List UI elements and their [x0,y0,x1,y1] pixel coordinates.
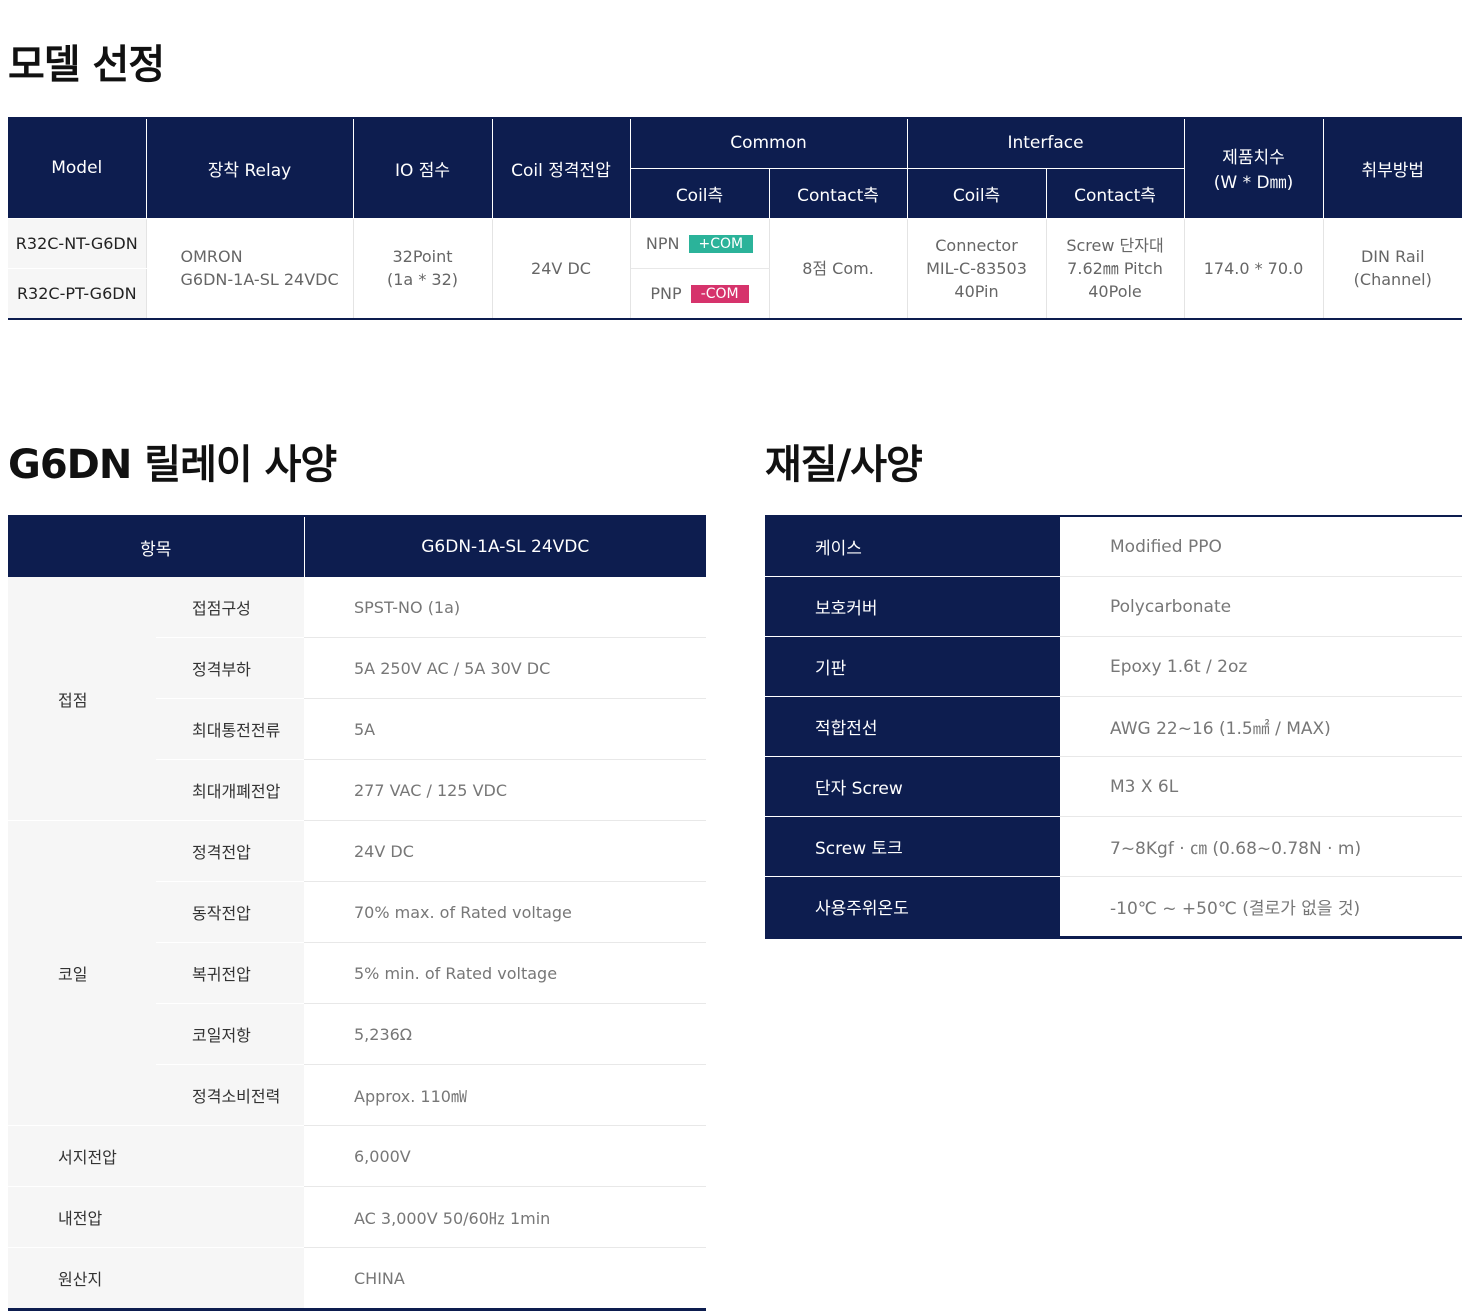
material-value: 7~8Kgf · ㎝ (0.68~0.78N · m) [1060,816,1462,877]
io-line2: (1a * 32) [387,270,458,289]
common-coil-pnp: PNP -COM [629,268,770,319]
header-interface-coil: Coil측 [906,168,1047,219]
spec-label: 최대개폐전압 [156,759,304,821]
com-badge-plus: +COM [688,235,754,253]
common-coil-npn: NPN +COM [629,218,770,269]
type-label-npn: NPN [645,233,680,253]
relay-cell: OMRON G6DN-1A-SL 24VDC [145,218,354,319]
interface-coil-line3: 40Pin [954,281,999,301]
mounting-line1: DIN Rail [1360,247,1425,266]
material-value: M3 X 6L [1060,756,1462,817]
header-common-contact: Contact측 [768,168,908,219]
header-common: Common [629,118,908,169]
spec-label: 코일저항 [156,1003,304,1065]
material-label: 사용주위온도 [765,876,1060,938]
spec-label: 접점구성 [156,577,304,638]
material-value: -10℃ ~ +50℃ (결로가 없을 것) [1110,899,1361,919]
spec-header-item: 항목 [8,516,305,577]
model-section-title: 모델 선정 [8,42,165,88]
spec-value: 24V DC [304,820,706,882]
interface-contact-line1: Screw 단자대 [1066,235,1164,255]
spec-group-coil: 코일 [8,820,156,1126]
spec-label: 원산지 [8,1247,304,1310]
header-dimension: 제품치수 (W * D㎜) [1183,118,1324,219]
material-label: 적합전선 [765,696,1060,757]
relay-line1: OMRON [180,247,243,266]
spec-label: 정격소비전력 [156,1064,304,1126]
header-model: Model [8,118,147,219]
dimension-cell: 174.0 * 70.0 [1183,218,1324,319]
common-contact-cell: 8점 Com. [768,218,908,319]
model-table: Model 장착 Relay IO 점수 Coil 정격전압 Common In… [8,117,1463,320]
type-label-pnp: PNP [650,283,682,303]
spec-value: 5,236Ω [304,1003,706,1065]
interface-contact-line3: 40Pole [1088,281,1142,301]
mounting-line2: (Channel) [1353,270,1432,289]
material-label: Screw 토크 [765,816,1060,877]
material-label: 보호커버 [765,576,1060,637]
interface-coil-cell: Connector MIL-C-83503 40Pin [906,218,1047,319]
spec-value: SPST-NO (1a) [304,577,706,638]
spec-label: 복귀전압 [156,942,304,1004]
material-value: Polycarbonate [1060,576,1462,637]
mounting-cell: DIN Rail (Channel) [1322,218,1463,319]
spec-label: 정격부하 [156,637,304,699]
material-label: 단자 Screw [765,756,1060,817]
material-section-title: 재질/사양 [765,442,923,488]
coil-voltage-cell: 24V DC [491,218,631,319]
spec-table: 항목 G6DN-1A-SL 24VDC 접점 접점구성 SPST-NO (1a)… [8,515,706,1311]
header-io: IO 점수 [352,118,493,219]
material-label: 케이스 [765,516,1060,577]
material-value: Epoxy 1.6t / 2oz [1060,636,1462,697]
interface-contact-line2: 7.62㎜ Pitch [1067,258,1163,278]
interface-coil-line1: Connector [935,235,1018,255]
spec-section-title: G6DN 릴레이 사양 [8,442,337,488]
io-cell: 32Point (1a * 32) [352,218,493,319]
header-relay: 장착 Relay [145,118,354,219]
header-coil-voltage: Coil 정격전압 [491,118,631,219]
header-dimension-line2: (W * D㎜) [1213,173,1294,194]
header-interface: Interface [906,118,1185,169]
spec-value: Approx. 110㎽ [304,1064,706,1126]
spec-label: 최대통전전류 [156,698,304,760]
header-interface-contact: Contact측 [1045,168,1185,219]
spec-value: 5A [304,698,706,760]
com-badge-minus: -COM [690,285,749,303]
io-line1: 32Point [392,247,453,266]
spec-value: 6,000V [304,1125,706,1187]
spec-label: 내전압 [8,1186,304,1248]
material-value: Modified PPO [1060,516,1462,577]
interface-contact-cell: Screw 단자대 7.62㎜ Pitch 40Pole [1045,218,1185,319]
spec-value: AC 3,000V 50/60㎐ 1min [304,1186,706,1248]
model-name-npn: R32C-NT-G6DN [8,218,147,269]
header-mounting: 취부방법 [1322,118,1463,219]
spec-value: 277 VAC / 125 VDC [304,759,706,821]
interface-coil-line2: MIL-C-83503 [926,258,1027,278]
spec-value: CHINA [354,1268,405,1288]
relay-line2: G6DN-1A-SL 24VDC [180,270,339,289]
spec-value: 5A 250V AC / 5A 30V DC [304,637,706,699]
header-common-coil: Coil측 [629,168,770,219]
spec-header-model: G6DN-1A-SL 24VDC [304,516,706,577]
material-label: 기판 [765,636,1060,697]
spec-value: 5% min. of Rated voltage [304,942,706,1004]
spec-group-contact: 접점 [8,577,156,821]
model-name-pnp: R32C-PT-G6DN [8,268,147,319]
spec-label: 정격전압 [156,820,304,882]
material-value: AWG 22~16 (1.5㎟ / MAX) [1060,696,1462,757]
header-dimension-line1: 제품치수 [1222,148,1285,169]
spec-label: 서지전압 [8,1125,304,1187]
material-table: 케이스 Modified PPO 보호커버 Polycarbonate 기판 E… [765,515,1462,939]
spec-value: 70% max. of Rated voltage [304,881,706,943]
spec-label: 동작전압 [156,881,304,943]
